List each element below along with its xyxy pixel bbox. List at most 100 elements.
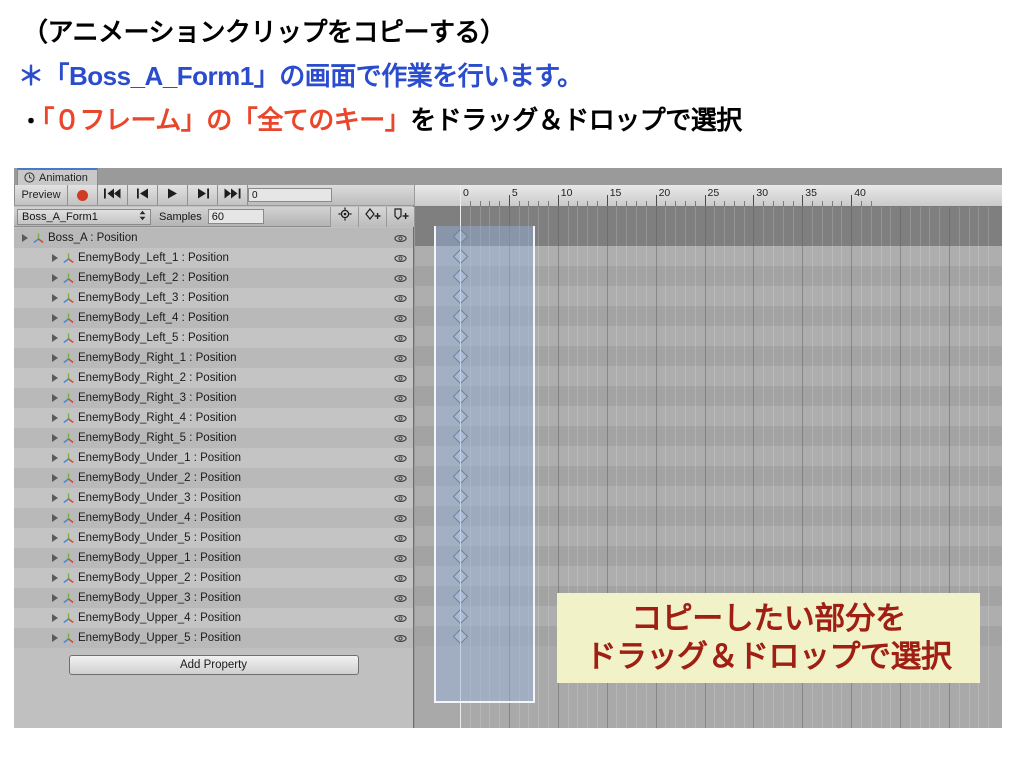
tab-animation[interactable]: Animation xyxy=(17,168,98,185)
property-row-label: EnemyBody_Under_2 : Position xyxy=(78,472,242,484)
property-row[interactable]: EnemyBody_Left_4 : Position xyxy=(14,308,413,328)
foldout-triangle-icon[interactable] xyxy=(52,614,58,622)
eye-icon[interactable] xyxy=(394,414,407,423)
property-row-label: EnemyBody_Upper_1 : Position xyxy=(78,552,242,564)
clip-selector-dropdown[interactable]: Boss_A_Form1 xyxy=(17,208,151,225)
eye-icon[interactable] xyxy=(394,294,407,303)
ruler-major-tick xyxy=(851,195,853,206)
property-row[interactable]: EnemyBody_Right_4 : Position xyxy=(14,408,413,428)
property-row[interactable]: EnemyBody_Right_5 : Position xyxy=(14,428,413,448)
add-event-button[interactable] xyxy=(386,206,414,227)
eye-icon[interactable] xyxy=(394,354,407,363)
property-row[interactable]: EnemyBody_Upper_2 : Position xyxy=(14,568,413,588)
foldout-triangle-icon[interactable] xyxy=(52,314,58,322)
play-button[interactable] xyxy=(158,185,188,205)
foldout-triangle-icon[interactable] xyxy=(52,574,58,582)
eye-icon[interactable] xyxy=(394,434,407,443)
samples-input[interactable]: 60 xyxy=(207,209,264,224)
foldout-triangle-icon[interactable] xyxy=(52,274,58,282)
ruler-minor-tick xyxy=(567,201,569,206)
foldout-triangle-icon[interactable] xyxy=(52,454,58,462)
property-row[interactable]: EnemyBody_Under_2 : Position xyxy=(14,468,413,488)
property-row[interactable]: EnemyBody_Left_1 : Position xyxy=(14,248,413,268)
eye-icon[interactable] xyxy=(394,274,407,283)
foldout-triangle-icon[interactable] xyxy=(52,534,58,542)
add-keyframe-icon xyxy=(364,207,382,226)
preview-button[interactable]: Preview xyxy=(14,185,68,205)
eye-icon[interactable] xyxy=(394,634,407,643)
last-frame-button[interactable] xyxy=(218,185,248,205)
property-row[interactable]: EnemyBody_Right_1 : Position xyxy=(14,348,413,368)
foldout-triangle-icon[interactable] xyxy=(52,474,58,482)
ruler-minor-tick xyxy=(812,201,814,206)
foldout-triangle-icon[interactable] xyxy=(52,494,58,502)
foldout-triangle-icon[interactable] xyxy=(52,554,58,562)
foldout-triangle-icon[interactable] xyxy=(52,334,58,342)
eye-icon[interactable] xyxy=(394,614,407,623)
foldout-triangle-icon[interactable] xyxy=(52,294,58,302)
property-row[interactable]: EnemyBody_Left_2 : Position xyxy=(14,268,413,288)
eye-icon[interactable] xyxy=(394,454,407,463)
foldout-triangle-icon[interactable] xyxy=(52,414,58,422)
property-row[interactable]: Boss_A : Position xyxy=(14,228,413,248)
window-tab-strip: Animation xyxy=(14,168,1002,185)
transform-axis-icon xyxy=(62,252,75,265)
foldout-triangle-icon[interactable] xyxy=(52,354,58,362)
ruler-minor-tick xyxy=(733,201,735,206)
toolbar-spacer: 0 xyxy=(248,185,414,205)
ruler-major-tick xyxy=(606,195,608,206)
property-list[interactable]: Boss_A : Position EnemyBody_Left_1 : Posi… xyxy=(14,228,413,728)
eye-icon[interactable] xyxy=(394,394,407,403)
foldout-triangle-icon[interactable] xyxy=(52,374,58,382)
foldout-triangle-icon[interactable] xyxy=(52,514,58,522)
foldout-triangle-icon[interactable] xyxy=(52,594,58,602)
eye-icon[interactable] xyxy=(394,494,407,503)
play-icon xyxy=(167,188,178,202)
property-row[interactable]: EnemyBody_Under_4 : Position xyxy=(14,508,413,528)
selection-rectangle[interactable] xyxy=(434,226,535,703)
ruler-minor-tick xyxy=(518,201,520,206)
property-row[interactable]: EnemyBody_Upper_5 : Position xyxy=(14,628,413,648)
foldout-triangle-icon[interactable] xyxy=(22,234,28,242)
current-frame-input[interactable]: 0 xyxy=(248,188,332,202)
annotation-callout-line-1: コピーしたい部分を xyxy=(631,601,906,637)
previous-frame-button[interactable] xyxy=(128,185,158,205)
foldout-triangle-icon[interactable] xyxy=(52,394,58,402)
eye-icon[interactable] xyxy=(394,534,407,543)
next-frame-button[interactable] xyxy=(188,185,218,205)
record-button[interactable] xyxy=(68,185,98,205)
add-property-button[interactable]: Add Property xyxy=(68,655,359,675)
foldout-triangle-icon[interactable] xyxy=(52,434,58,442)
playback-toolbar: Preview 0 xyxy=(14,185,414,206)
first-frame-button[interactable] xyxy=(98,185,128,205)
slide-heading-line-3: ・「０フレーム」の「全てのキー」をドラッグ＆ドロップで選択 xyxy=(20,100,742,137)
filter-button[interactable] xyxy=(330,206,358,227)
property-row[interactable]: EnemyBody_Under_1 : Position xyxy=(14,448,413,468)
foldout-triangle-icon[interactable] xyxy=(52,634,58,642)
add-keyframe-button[interactable] xyxy=(358,206,386,227)
property-row[interactable]: EnemyBody_Left_3 : Position xyxy=(14,288,413,308)
property-row[interactable]: EnemyBody_Upper_3 : Position xyxy=(14,588,413,608)
transform-axis-icon xyxy=(62,432,75,445)
foldout-triangle-icon[interactable] xyxy=(52,254,58,262)
eye-icon[interactable] xyxy=(394,334,407,343)
property-row[interactable]: EnemyBody_Right_3 : Position xyxy=(14,388,413,408)
eye-icon[interactable] xyxy=(394,574,407,583)
eye-icon[interactable] xyxy=(394,474,407,483)
property-row[interactable]: EnemyBody_Upper_1 : Position xyxy=(14,548,413,568)
property-row[interactable]: EnemyBody_Upper_4 : Position xyxy=(14,608,413,628)
eye-icon[interactable] xyxy=(394,554,407,563)
property-row-label: EnemyBody_Right_5 : Position xyxy=(78,432,237,444)
property-row[interactable]: EnemyBody_Under_3 : Position xyxy=(14,488,413,508)
eye-icon[interactable] xyxy=(394,514,407,523)
eye-icon[interactable] xyxy=(394,314,407,323)
ruler-minor-tick xyxy=(636,201,638,206)
property-row[interactable]: EnemyBody_Left_5 : Position xyxy=(14,328,413,348)
timeline-ruler[interactable]: 0 5 10 15 20 25 30 35 40 xyxy=(415,185,1002,207)
eye-icon[interactable] xyxy=(394,254,407,263)
property-row[interactable]: EnemyBody_Right_2 : Position xyxy=(14,368,413,388)
property-row[interactable]: EnemyBody_Under_5 : Position xyxy=(14,528,413,548)
eye-icon[interactable] xyxy=(394,594,407,603)
eye-icon[interactable] xyxy=(394,234,407,243)
eye-icon[interactable] xyxy=(394,374,407,383)
